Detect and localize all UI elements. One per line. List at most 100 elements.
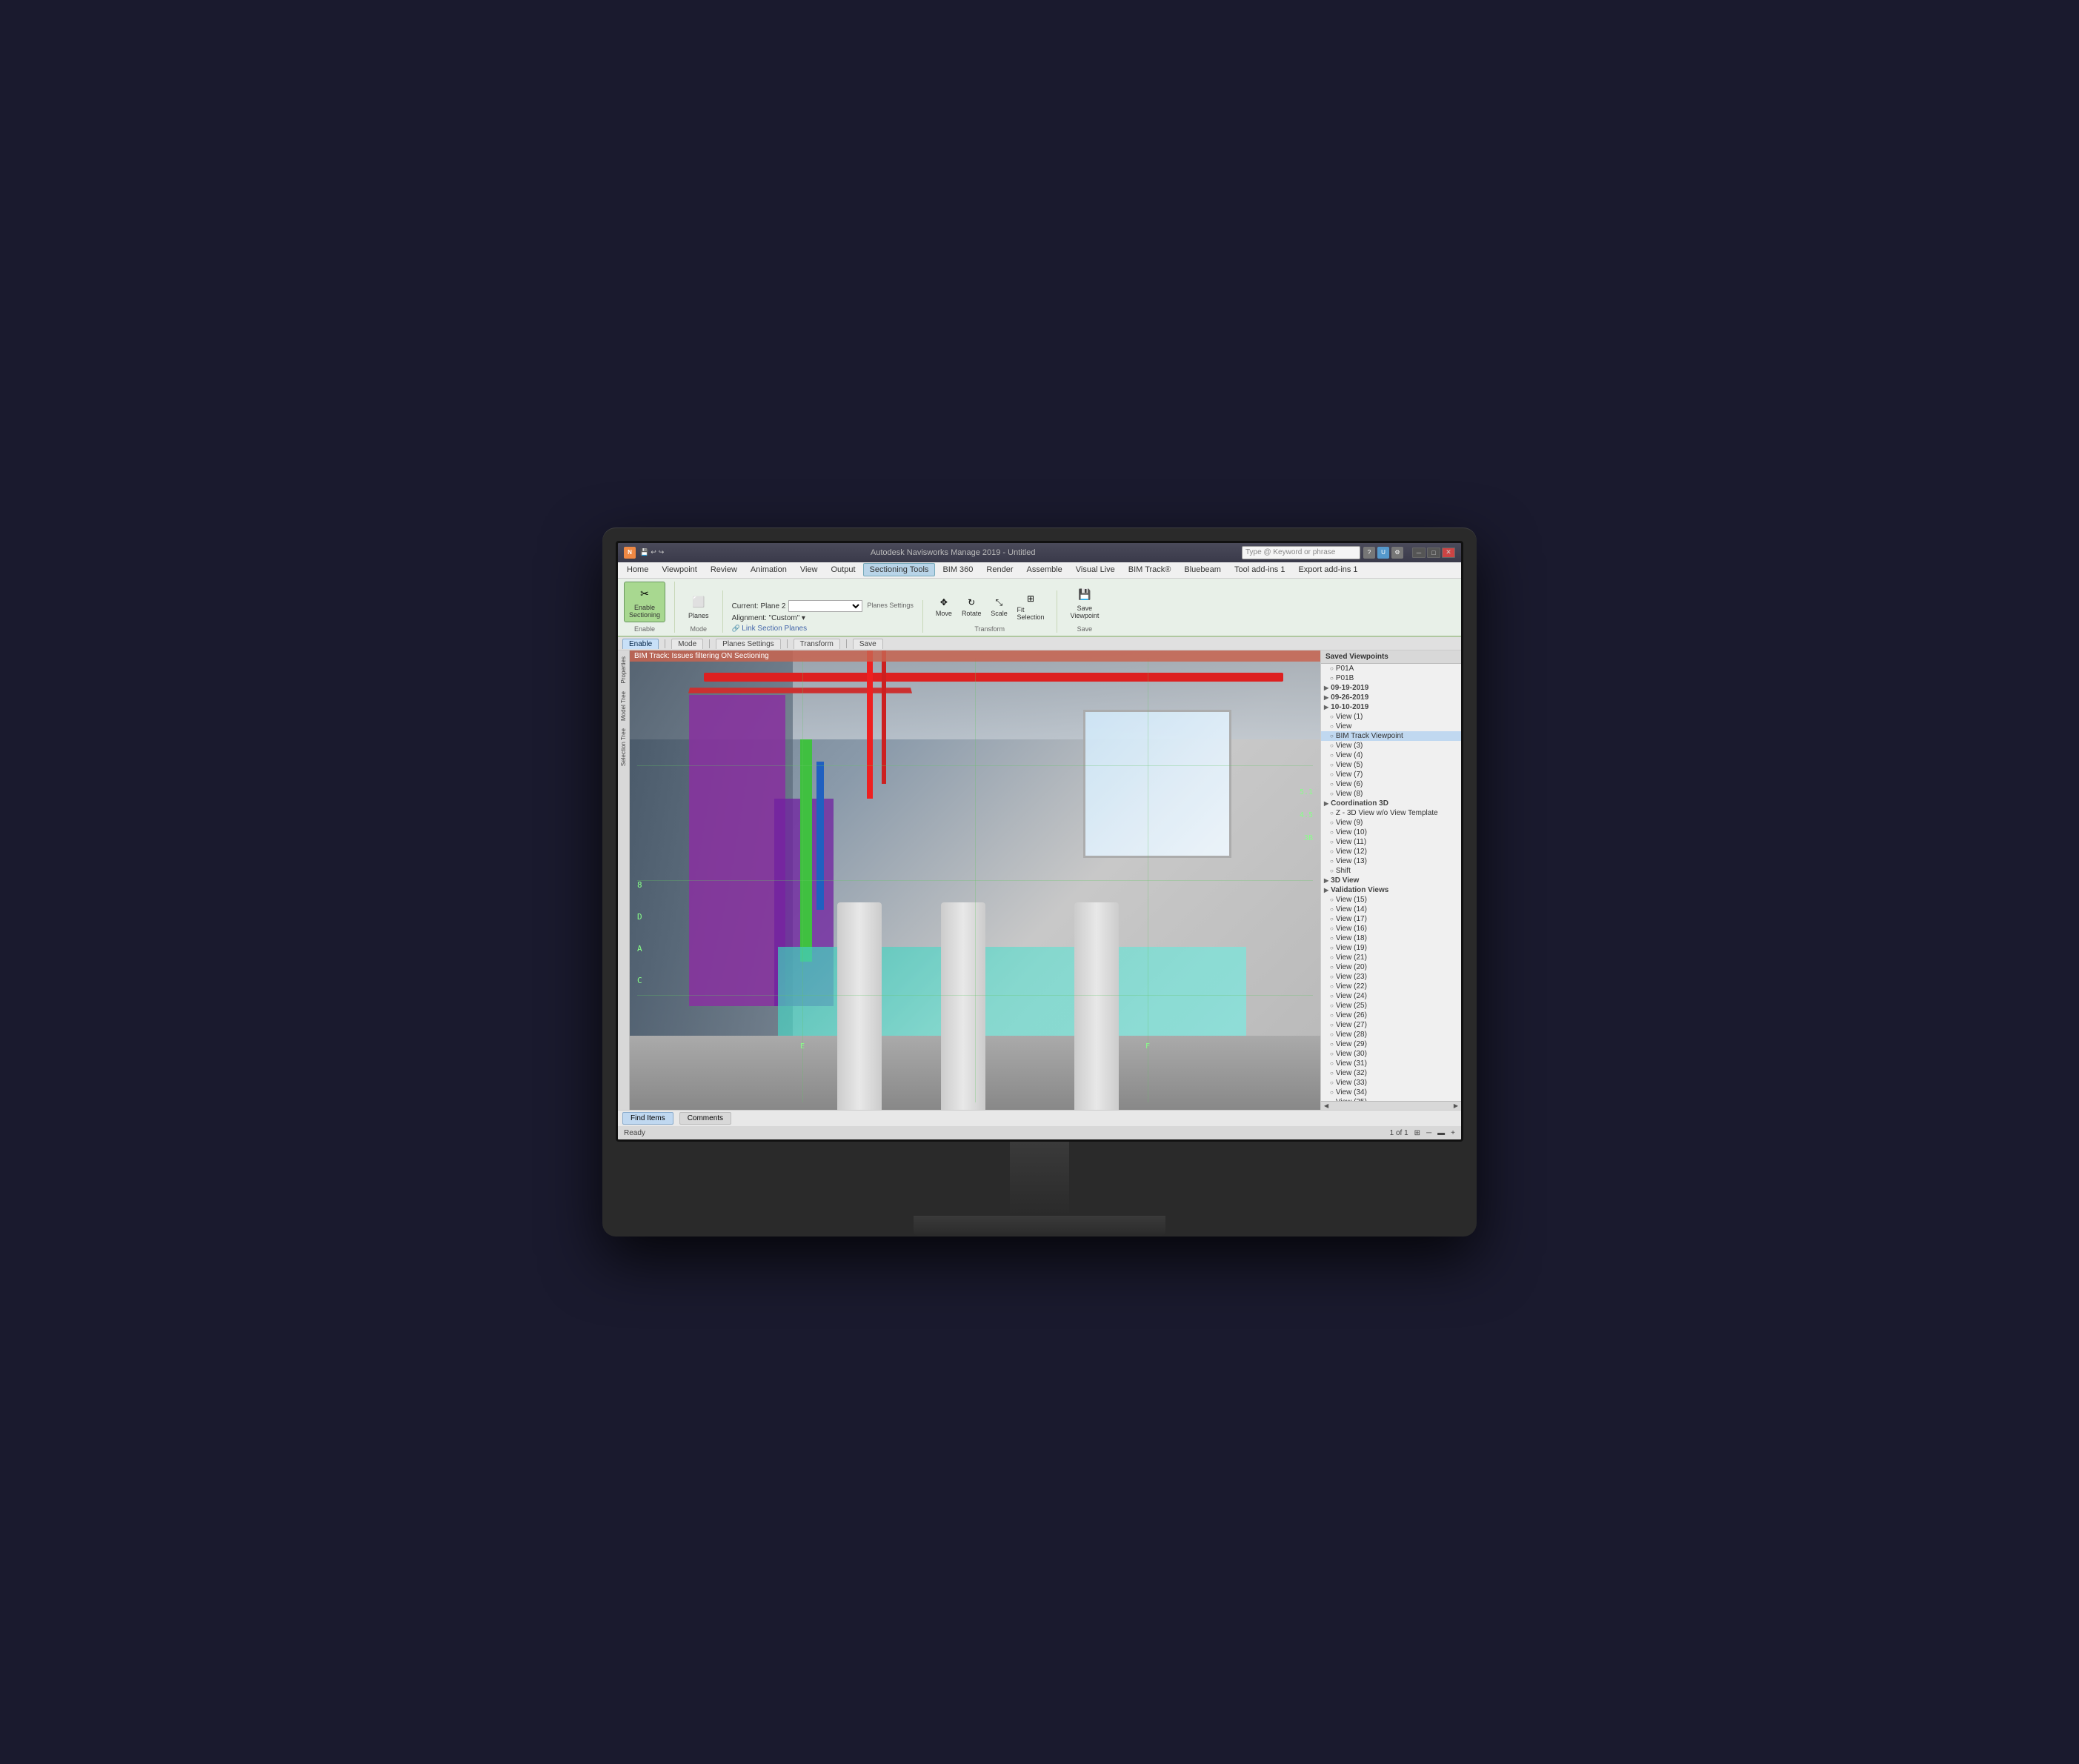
view-options-icon[interactable]: ⊞ bbox=[1414, 1129, 1420, 1137]
viewpoint-item-view19[interactable]: ○ View (19) bbox=[1321, 943, 1461, 953]
viewpoint-item-view13[interactable]: ○ View (13) bbox=[1321, 856, 1461, 866]
viewpoint-item-view4[interactable]: ○ View (4) bbox=[1321, 750, 1461, 760]
viewpoint-item-view28[interactable]: ○ View (28) bbox=[1321, 1030, 1461, 1039]
viewpoint-item-view26[interactable]: ○ View (26) bbox=[1321, 1011, 1461, 1020]
menu-item-viewpoint[interactable]: Viewpoint bbox=[656, 564, 703, 576]
view-icon-p01b: ○ bbox=[1330, 675, 1334, 682]
scroll-right-arrow[interactable]: ▶ bbox=[1454, 1102, 1458, 1109]
viewpoint-item-view29[interactable]: ○ View (29) bbox=[1321, 1039, 1461, 1049]
viewpoint-item-view22[interactable]: ○ View (22) bbox=[1321, 982, 1461, 991]
viewpoint-item-view27[interactable]: ○ View (27) bbox=[1321, 1020, 1461, 1030]
viewpoint-item-view7[interactable]: ○ View (7) bbox=[1321, 770, 1461, 779]
left-tab-model-tree[interactable]: Model Tree bbox=[619, 688, 628, 724]
viewpoint-item-view11[interactable]: ○ View (11) bbox=[1321, 837, 1461, 847]
menu-item-view[interactable]: View bbox=[794, 564, 824, 576]
current-plane-select[interactable] bbox=[788, 600, 862, 612]
menu-item-export-addins[interactable]: Export add-ins 1 bbox=[1292, 564, 1363, 576]
left-tab-selection-tree[interactable]: Selection Tree bbox=[619, 725, 628, 769]
comments-tab[interactable]: Comments bbox=[679, 1112, 731, 1125]
toolbar-tab-save[interactable]: Save bbox=[853, 639, 883, 649]
scale-button[interactable]: ⤡ Scale bbox=[987, 594, 1011, 619]
viewpoint-item-view33[interactable]: ○ View (33) bbox=[1321, 1078, 1461, 1088]
user-icon[interactable]: U bbox=[1377, 547, 1389, 559]
viewpoint-item-view[interactable]: ○ View bbox=[1321, 722, 1461, 731]
view-icon-view: ○ bbox=[1330, 723, 1334, 730]
zoom-in-icon[interactable]: + bbox=[1451, 1129, 1455, 1137]
menu-item-sectioning-tools[interactable]: Sectioning Tools bbox=[863, 563, 936, 576]
viewpoint-item-validation[interactable]: ▶ Validation Views bbox=[1321, 885, 1461, 895]
link-section-planes[interactable]: Link Section Planes bbox=[732, 625, 808, 633]
viewpoint-item-view34[interactable]: ○ View (34) bbox=[1321, 1088, 1461, 1097]
toolbar-tab-transform[interactable]: Transform bbox=[794, 639, 840, 649]
viewpoint-item-view5[interactable]: ○ View (5) bbox=[1321, 760, 1461, 770]
viewpoint-item-view10[interactable]: ○ View (10) bbox=[1321, 828, 1461, 837]
viewpoint-item-view25[interactable]: ○ View (25) bbox=[1321, 1001, 1461, 1011]
viewpoint-item-view18[interactable]: ○ View (18) bbox=[1321, 933, 1461, 943]
qat-btn-1[interactable]: 💾 bbox=[640, 548, 648, 556]
toolbar-tab-enable[interactable]: Enable bbox=[622, 639, 659, 649]
viewpoint-item-view9[interactable]: ○ View (9) bbox=[1321, 818, 1461, 828]
viewpoint-item-shift[interactable]: ○ Shift bbox=[1321, 866, 1461, 876]
rotate-button[interactable]: ↻ Rotate bbox=[959, 594, 985, 619]
viewpoint-item-bim-track[interactable]: ○ BIM Track Viewpoint bbox=[1321, 731, 1461, 741]
maximize-button[interactable]: □ bbox=[1427, 547, 1440, 558]
menu-item-bim-track[interactable]: BIM Track® bbox=[1122, 564, 1177, 576]
viewpoint-item-view15[interactable]: ○ View (15) bbox=[1321, 895, 1461, 905]
toolbar-tab-mode[interactable]: Mode bbox=[671, 639, 703, 649]
search-box[interactable]: Type @ Keyword or phrase bbox=[1242, 546, 1360, 559]
view-icon-view29: ○ bbox=[1330, 1041, 1334, 1048]
viewpoint-item-view16[interactable]: ○ View (16) bbox=[1321, 924, 1461, 933]
menu-item-review[interactable]: Review bbox=[705, 564, 743, 576]
viewpoint-item-view31[interactable]: ○ View (31) bbox=[1321, 1059, 1461, 1068]
viewpoint-item-view21[interactable]: ○ View (21) bbox=[1321, 953, 1461, 962]
save-viewpoint-button[interactable]: 💾 SaveViewpoint bbox=[1066, 583, 1104, 623]
fit-selection-button[interactable]: ⊞ FitSelection bbox=[1014, 590, 1047, 622]
menu-item-bim360[interactable]: BIM 360 bbox=[937, 564, 979, 576]
viewpoint-item-view17[interactable]: ○ View (17) bbox=[1321, 914, 1461, 924]
viewpoint-item-view3[interactable]: ○ View (3) bbox=[1321, 741, 1461, 750]
find-items-tab[interactable]: Find Items bbox=[622, 1112, 673, 1125]
viewpoint-item-09262019[interactable]: ▶ 09-26-2019 bbox=[1321, 693, 1461, 702]
move-button[interactable]: ✥ Move bbox=[932, 594, 956, 619]
viewpoint-item-view23[interactable]: ○ View (23) bbox=[1321, 972, 1461, 982]
settings-icon[interactable]: ⚙ bbox=[1391, 547, 1403, 559]
menu-item-bluebeam[interactable]: Bluebeam bbox=[1178, 564, 1227, 576]
menu-item-home[interactable]: Home bbox=[621, 564, 654, 576]
enable-sectioning-button[interactable]: ✂ EnableSectioning bbox=[624, 582, 665, 623]
viewpoint-item-view1[interactable]: ○ View (1) bbox=[1321, 712, 1461, 722]
menu-item-visual-live[interactable]: Visual Live bbox=[1070, 564, 1121, 576]
viewpoint-item-view14[interactable]: ○ View (14) bbox=[1321, 905, 1461, 914]
viewpoint-item-09192019[interactable]: ▶ 09-19-2019 bbox=[1321, 683, 1461, 693]
menu-item-animation[interactable]: Animation bbox=[745, 564, 793, 576]
viewpoint-item-view24[interactable]: ○ View (24) bbox=[1321, 991, 1461, 1001]
viewpoints-list[interactable]: ○ P01A ○ P01B ▶ 09-19-2019 ▶ 09-26-2019 bbox=[1321, 664, 1461, 1101]
scroll-left-arrow[interactable]: ◀ bbox=[1324, 1102, 1328, 1109]
qat-btn-3[interactable]: ↪ bbox=[659, 548, 665, 556]
viewpoint-item-view30[interactable]: ○ View (30) bbox=[1321, 1049, 1461, 1059]
viewpoint-item-view12[interactable]: ○ View (12) bbox=[1321, 847, 1461, 856]
zoom-out-icon[interactable]: ─ bbox=[1426, 1129, 1431, 1137]
viewpoint-item-z3d[interactable]: ○ Z - 3D View w/o View Template bbox=[1321, 808, 1461, 818]
left-tab-properties[interactable]: Properties bbox=[619, 653, 628, 686]
menu-item-tool-addins[interactable]: Tool add-ins 1 bbox=[1228, 564, 1291, 576]
zoom-slider[interactable]: ▬ bbox=[1437, 1129, 1445, 1137]
viewpoint-item-10102019[interactable]: ▶ 10-10-2019 bbox=[1321, 702, 1461, 712]
viewpoint-item-view32[interactable]: ○ View (32) bbox=[1321, 1068, 1461, 1078]
viewpoint-item-coord3d[interactable]: ▶ Coordination 3D bbox=[1321, 799, 1461, 808]
menu-item-assemble[interactable]: Assemble bbox=[1020, 564, 1068, 576]
viewpoint-item-p01a[interactable]: ○ P01A bbox=[1321, 664, 1461, 673]
viewpoint-item-view20[interactable]: ○ View (20) bbox=[1321, 962, 1461, 972]
minimize-button[interactable]: ─ bbox=[1412, 547, 1426, 558]
viewpoint-item-3d-view[interactable]: ▶ 3D View bbox=[1321, 876, 1461, 885]
viewpoint-item-p01b[interactable]: ○ P01B bbox=[1321, 673, 1461, 683]
toolbar-tab-planes-settings[interactable]: Planes Settings bbox=[716, 639, 781, 649]
menu-item-render[interactable]: Render bbox=[980, 564, 1019, 576]
viewport[interactable]: BIM Track: Issues filtering ON Sectionin… bbox=[630, 650, 1320, 1110]
help-icon[interactable]: ? bbox=[1363, 547, 1375, 559]
viewpoint-item-view8[interactable]: ○ View (8) bbox=[1321, 789, 1461, 799]
planes-button[interactable]: ⬜ Planes bbox=[684, 590, 713, 623]
menu-item-output[interactable]: Output bbox=[825, 564, 862, 576]
close-button[interactable]: ✕ bbox=[1442, 547, 1455, 558]
viewpoint-item-view6[interactable]: ○ View (6) bbox=[1321, 779, 1461, 789]
qat-btn-2[interactable]: ↩ bbox=[651, 548, 656, 556]
